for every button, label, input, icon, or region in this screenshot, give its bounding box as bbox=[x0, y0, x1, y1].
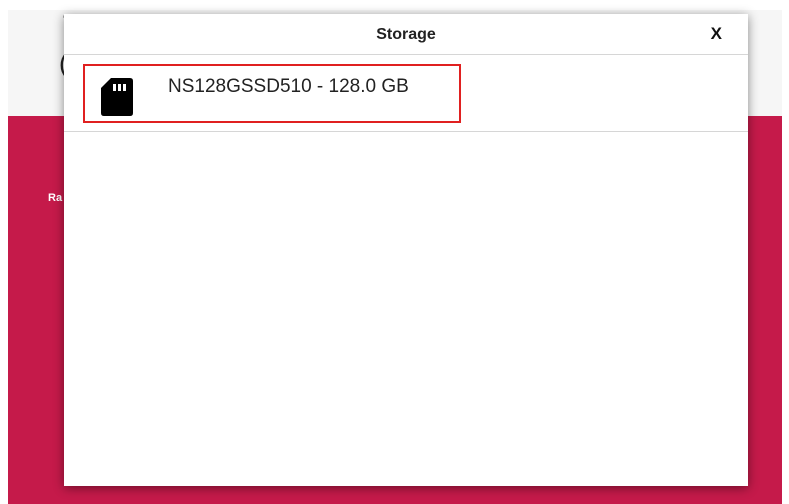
sd-card-icon bbox=[101, 78, 133, 116]
storage-list: NS128GSSD510 - 128.0 GB bbox=[64, 55, 748, 132]
dialog-header: Storage X bbox=[64, 14, 748, 55]
background-main-label: Ra bbox=[48, 192, 63, 204]
close-button[interactable]: X bbox=[711, 24, 722, 44]
dialog-title: Storage bbox=[376, 26, 436, 43]
storage-item[interactable]: NS128GSSD510 - 128.0 GB bbox=[64, 55, 748, 132]
storage-item-label: NS128GSSD510 - 128.0 GB bbox=[168, 76, 409, 97]
storage-dialog: Storage X NS128GSSD510 - 128.0 GB bbox=[64, 14, 748, 486]
